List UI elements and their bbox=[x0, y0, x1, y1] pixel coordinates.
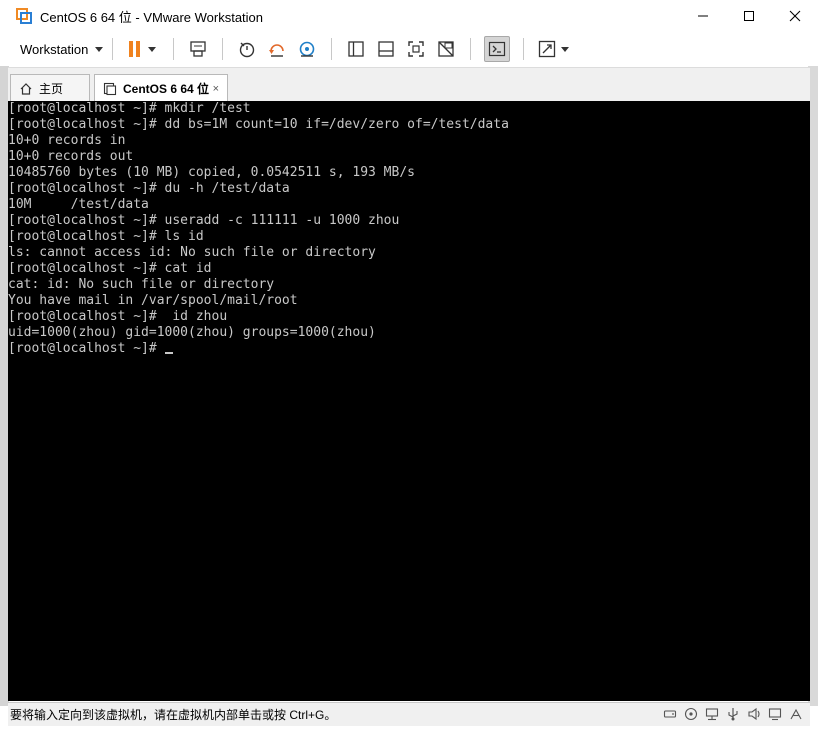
pause-button[interactable] bbox=[126, 38, 160, 60]
text-cursor bbox=[164, 352, 173, 354]
console-prompt: [root@localhost ~]# bbox=[8, 341, 165, 356]
thumbnail-view-button[interactable] bbox=[375, 38, 397, 60]
maximize-icon bbox=[744, 11, 754, 21]
workstation-menu-label: Workstation bbox=[20, 41, 89, 57]
minimize-button[interactable] bbox=[680, 0, 726, 32]
cdrom-icon[interactable] bbox=[683, 706, 699, 722]
console-line: [root@localhost ~]# mkdir /test bbox=[8, 101, 251, 116]
network-icon[interactable] bbox=[704, 706, 720, 722]
status-message: 要将输入定向到该虚拟机，请在虚拟机内部单击或按 Ctrl+G。 bbox=[10, 708, 337, 722]
console-line: You have mail in /var/spool/mail/root bbox=[8, 293, 298, 308]
console-line: 10+0 records out bbox=[8, 149, 134, 164]
library-view-button[interactable] bbox=[345, 38, 367, 60]
send-ctrl-alt-del-icon bbox=[190, 41, 207, 57]
vm-icon bbox=[103, 82, 117, 96]
vm-console[interactable]: [root@localhost ~]# mkdir /test [root@lo… bbox=[8, 101, 810, 701]
toolbar-divider bbox=[173, 38, 175, 60]
tab-home[interactable]: 主页 bbox=[10, 74, 90, 102]
console-line: [root@localhost ~]# ls id bbox=[8, 229, 204, 244]
snapshot-manager-icon bbox=[300, 41, 315, 57]
display-icon[interactable] bbox=[767, 706, 783, 722]
console-line: cat: id: No such file or directory bbox=[8, 277, 275, 292]
title-bar[interactable]: CentOS 6 64 位 - VMware Workstation bbox=[0, 0, 818, 32]
revert-snapshot-button[interactable] bbox=[266, 38, 288, 60]
toolbar-divider bbox=[523, 38, 525, 60]
close-button[interactable] bbox=[772, 0, 818, 32]
snapshot-manager-button[interactable] bbox=[296, 38, 318, 60]
console-prompt-line: [root@localhost ~]# bbox=[8, 341, 810, 357]
console-line: 10485760 bytes (10 MB) copied, 0.0542511… bbox=[8, 165, 415, 180]
console-line: [root@localhost ~]# dd bs=1M count=10 if… bbox=[8, 117, 509, 132]
workstation-menu[interactable]: Workstation bbox=[20, 41, 104, 57]
snapshot-revert-icon bbox=[269, 44, 285, 57]
tab-centos[interactable]: CentOS 6 64 位 × bbox=[94, 74, 228, 102]
maximize-button[interactable] bbox=[726, 0, 772, 32]
minimize-icon bbox=[698, 15, 708, 17]
pause-icon bbox=[129, 41, 157, 57]
library-view-icon bbox=[348, 41, 365, 57]
unity-button[interactable] bbox=[435, 38, 457, 60]
sound-icon[interactable] bbox=[746, 706, 762, 722]
unity-icon bbox=[438, 41, 455, 57]
fullscreen-button[interactable] bbox=[405, 38, 427, 60]
toolbar: Workstation bbox=[8, 33, 810, 65]
close-icon bbox=[789, 10, 801, 22]
snapshot-take-icon bbox=[240, 42, 255, 58]
window-title: CentOS 6 64 位 - VMware Workstation bbox=[40, 9, 264, 25]
thumbnail-view-icon bbox=[378, 41, 395, 57]
stretch-button[interactable] bbox=[537, 38, 573, 60]
stretch-icon bbox=[539, 40, 570, 58]
chevron-down-icon bbox=[95, 46, 104, 52]
tab-centos-label: CentOS 6 64 位 bbox=[123, 82, 210, 96]
tab-strip: 主页 CentOS 6 64 位 × bbox=[8, 67, 810, 102]
send-ctrl-alt-del-button[interactable] bbox=[187, 38, 209, 60]
console-line: uid=1000(zhou) gid=1000(zhou) groups=100… bbox=[8, 325, 376, 340]
console-line: [root@localhost ~]# useradd -c 111111 -u… bbox=[8, 213, 400, 228]
console-line: [root@localhost ~]# du -h /test/data bbox=[8, 181, 290, 196]
console-line: ls: cannot access id: No such file or di… bbox=[8, 245, 376, 260]
console-view-icon bbox=[489, 41, 506, 57]
usb-icon[interactable] bbox=[725, 706, 741, 722]
console-view-button[interactable] bbox=[484, 36, 511, 62]
console-line: 10M /test/data bbox=[8, 197, 149, 212]
toolbar-divider bbox=[112, 38, 114, 60]
status-bar: 要将输入定向到该虚拟机，请在虚拟机内部单击或按 Ctrl+G。 bbox=[8, 702, 810, 726]
vmware-window: CentOS 6 64 位 - VMware Workstation Works… bbox=[0, 0, 818, 730]
fullscreen-icon bbox=[408, 41, 425, 57]
tab-home-label: 主页 bbox=[39, 82, 64, 96]
toolbar-divider bbox=[470, 38, 472, 60]
hdd-icon[interactable] bbox=[662, 706, 678, 722]
console-line: [root@localhost ~]# cat id bbox=[8, 261, 212, 276]
vmware-logo-icon bbox=[16, 8, 32, 24]
toolbar-divider bbox=[222, 38, 224, 60]
messages-icon[interactable] bbox=[788, 706, 804, 722]
toolbar-divider bbox=[331, 38, 333, 60]
take-snapshot-button[interactable] bbox=[236, 38, 258, 60]
home-icon bbox=[19, 82, 33, 96]
console-line: 10+0 records in bbox=[8, 133, 126, 148]
tab-close-icon[interactable]: × bbox=[213, 83, 219, 95]
console-line: [root@localhost ~]# id zhou bbox=[8, 309, 228, 324]
